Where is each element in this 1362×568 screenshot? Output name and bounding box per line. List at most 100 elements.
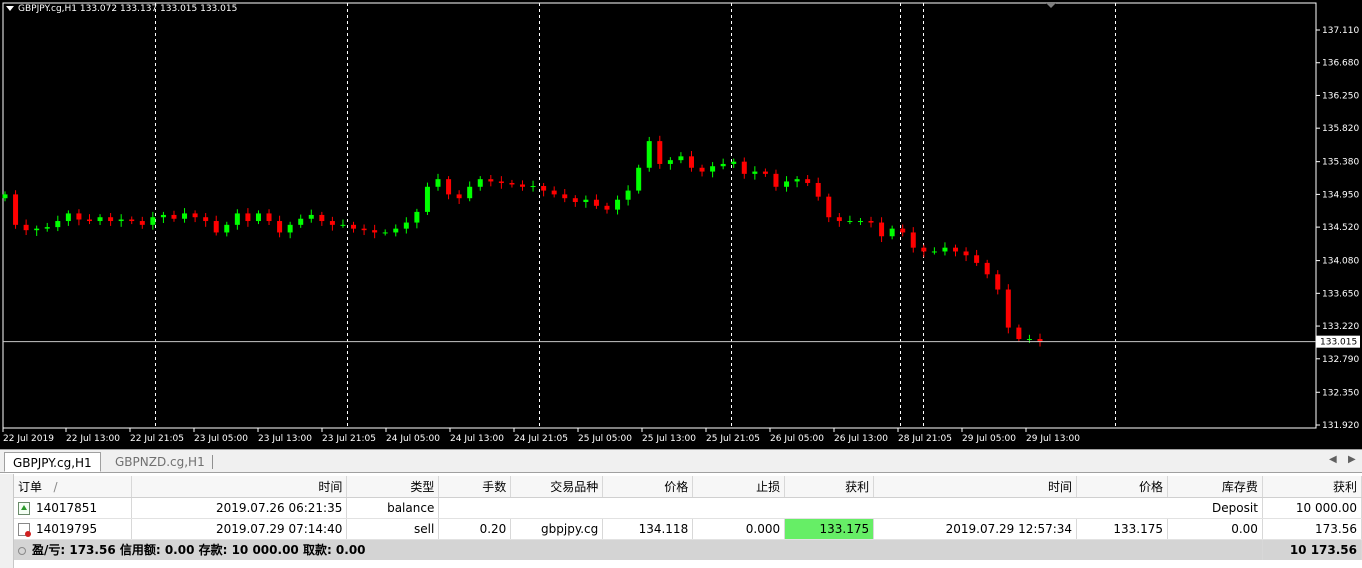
type-cell: sell xyxy=(346,518,440,540)
candle-body xyxy=(372,230,378,233)
candle-body xyxy=(213,221,219,233)
candle-body xyxy=(879,222,885,237)
col-profit[interactable]: 获利 xyxy=(1262,476,1362,498)
time-tick-label: 28 Jul 21:05 xyxy=(898,434,952,444)
candle-body xyxy=(245,213,251,222)
take-profit-cell: 133.175 xyxy=(784,518,875,540)
type-cell: balance xyxy=(346,497,440,519)
col-time[interactable]: 时间 xyxy=(131,476,348,498)
col-close-time[interactable]: 时间 xyxy=(873,476,1078,498)
time-tick-label: 25 Jul 05:00 xyxy=(578,434,632,444)
tab-gbpnzd[interactable]: GBPNZD.cg,H1 xyxy=(107,452,213,472)
tab-gbpjpy[interactable]: GBPJPY.cg,H1 xyxy=(4,452,101,472)
candle-body xyxy=(667,160,673,164)
price-tick-label: 136.250 xyxy=(1322,91,1359,101)
candle-body xyxy=(678,156,684,161)
time-tick-label: 23 Jul 13:00 xyxy=(258,434,312,444)
deposit-icon xyxy=(18,501,30,515)
swap-cell: 0.00 xyxy=(1167,518,1263,540)
candle-body xyxy=(277,221,283,233)
candle-body xyxy=(910,232,916,248)
col-price[interactable]: 价格 xyxy=(602,476,694,498)
candle-body xyxy=(646,141,652,168)
table-row[interactable]: 14017851 2019.07.26 06:21:35 balance Dep… xyxy=(14,497,1362,519)
chart-canvas[interactable]: 137.110 136.680 136.250 135.820 135.380 134.9… xyxy=(0,0,1362,449)
candle-body xyxy=(889,228,895,237)
col-stop-loss[interactable]: 止损 xyxy=(692,476,786,498)
price-tick-label: 136.680 xyxy=(1322,59,1359,69)
candle-body xyxy=(234,213,240,225)
candle-body xyxy=(593,199,599,206)
col-take-profit[interactable]: 获利 xyxy=(784,476,875,498)
time-cell: 2019.07.26 06:21:35 xyxy=(131,497,348,519)
candle-body xyxy=(13,194,19,225)
time-cell: 2019.07.29 07:14:40 xyxy=(131,518,348,540)
candle-body xyxy=(657,141,663,164)
tab-label: GBPNZD.cg,H1 xyxy=(115,455,205,469)
scroll-right-icon[interactable]: ▶ xyxy=(1348,454,1356,465)
profit-cell: 173.56 xyxy=(1262,518,1362,540)
candle-body xyxy=(351,224,357,229)
candle-body xyxy=(224,224,230,233)
candle-body xyxy=(477,179,483,187)
candle-body xyxy=(424,186,430,212)
col-swap[interactable]: 库存费 xyxy=(1167,476,1263,498)
candle-body xyxy=(731,161,737,164)
time-tick-label: 22 Jul 2019 xyxy=(3,434,54,444)
candle-body xyxy=(97,217,103,222)
candle-body xyxy=(108,217,114,222)
candle-body xyxy=(298,218,304,225)
candle-body xyxy=(520,184,525,187)
time-tick-label: 23 Jul 05:00 xyxy=(194,434,248,444)
time-tick-label: 22 Jul 21:05 xyxy=(130,434,184,444)
history-table: 订单 / 时间 类型 手数 交易品种 价格 止损 获利 时间 价格 库存费 获利… xyxy=(14,476,1362,560)
candle-body xyxy=(44,227,50,229)
candle-body xyxy=(636,167,642,191)
summary-total: 10 173.56 xyxy=(1262,539,1362,560)
plot-frame xyxy=(2,2,1317,429)
price-tick-label: 133.650 xyxy=(1322,289,1359,299)
candle-body xyxy=(171,214,177,219)
scroll-left-icon[interactable]: ◀ xyxy=(1329,454,1337,465)
summary-text: 盈/亏: 173.56 信用额: 0.00 存款: 10 000.00 取款: … xyxy=(14,539,1263,560)
candle-body xyxy=(86,219,92,222)
price-tick-label: 132.350 xyxy=(1322,388,1359,398)
table-row[interactable]: 14019795 2019.07.29 07:14:40 sell 0.20 g… xyxy=(14,518,1362,540)
candle-body xyxy=(414,211,420,223)
col-type[interactable]: 类型 xyxy=(346,476,440,498)
candle-body xyxy=(255,213,261,222)
time-tick-label: 26 Jul 05:00 xyxy=(770,434,824,444)
candle-body xyxy=(266,213,272,222)
col-symbol[interactable]: 交易品种 xyxy=(510,476,604,498)
col-close-price[interactable]: 价格 xyxy=(1076,476,1168,498)
summary-row: 盈/亏: 173.56 信用额: 0.00 存款: 10 000.00 取款: … xyxy=(14,539,1362,560)
lots-cell: 0.20 xyxy=(438,518,512,540)
candle-body xyxy=(23,224,29,231)
candle-body xyxy=(615,199,621,210)
caret-down-icon[interactable] xyxy=(6,6,14,11)
price-tick-label: 133.220 xyxy=(1322,322,1359,332)
close-time-cell: 2019.07.29 12:57:34 xyxy=(873,518,1078,540)
col-lots[interactable]: 手数 xyxy=(438,476,512,498)
candle-body xyxy=(984,262,990,275)
candle-body xyxy=(488,179,494,182)
time-tick-label: 24 Jul 21:05 xyxy=(514,434,568,444)
candle-body xyxy=(551,190,557,195)
candle-body xyxy=(530,186,536,188)
current-price-label: 133.015 xyxy=(1320,338,1357,348)
candle-body xyxy=(836,217,842,222)
candle-body xyxy=(34,228,40,231)
price-tick-label: 134.080 xyxy=(1322,257,1359,267)
candle-body xyxy=(847,221,853,223)
candle-body xyxy=(509,182,515,185)
candle-body xyxy=(361,228,367,231)
time-tick-label: 29 Jul 13:00 xyxy=(1026,434,1080,444)
chart-symbol-header: GBPJPY.cg,H1 133.072 133.137 133.015 133… xyxy=(6,4,237,14)
col-order[interactable]: 订单 / xyxy=(14,476,133,498)
candle-body xyxy=(857,221,863,223)
comment-cell: Deposit xyxy=(438,497,1263,519)
price-chart[interactable]: 137.110 136.680 136.250 135.820 135.380 134.9… xyxy=(0,0,1362,449)
table-header-row: 订单 / 时间 类型 手数 交易品种 价格 止损 获利 时间 价格 库存费 获利 xyxy=(14,476,1362,498)
candle-body xyxy=(446,179,452,195)
stop-loss-cell: 0.000 xyxy=(692,518,786,540)
